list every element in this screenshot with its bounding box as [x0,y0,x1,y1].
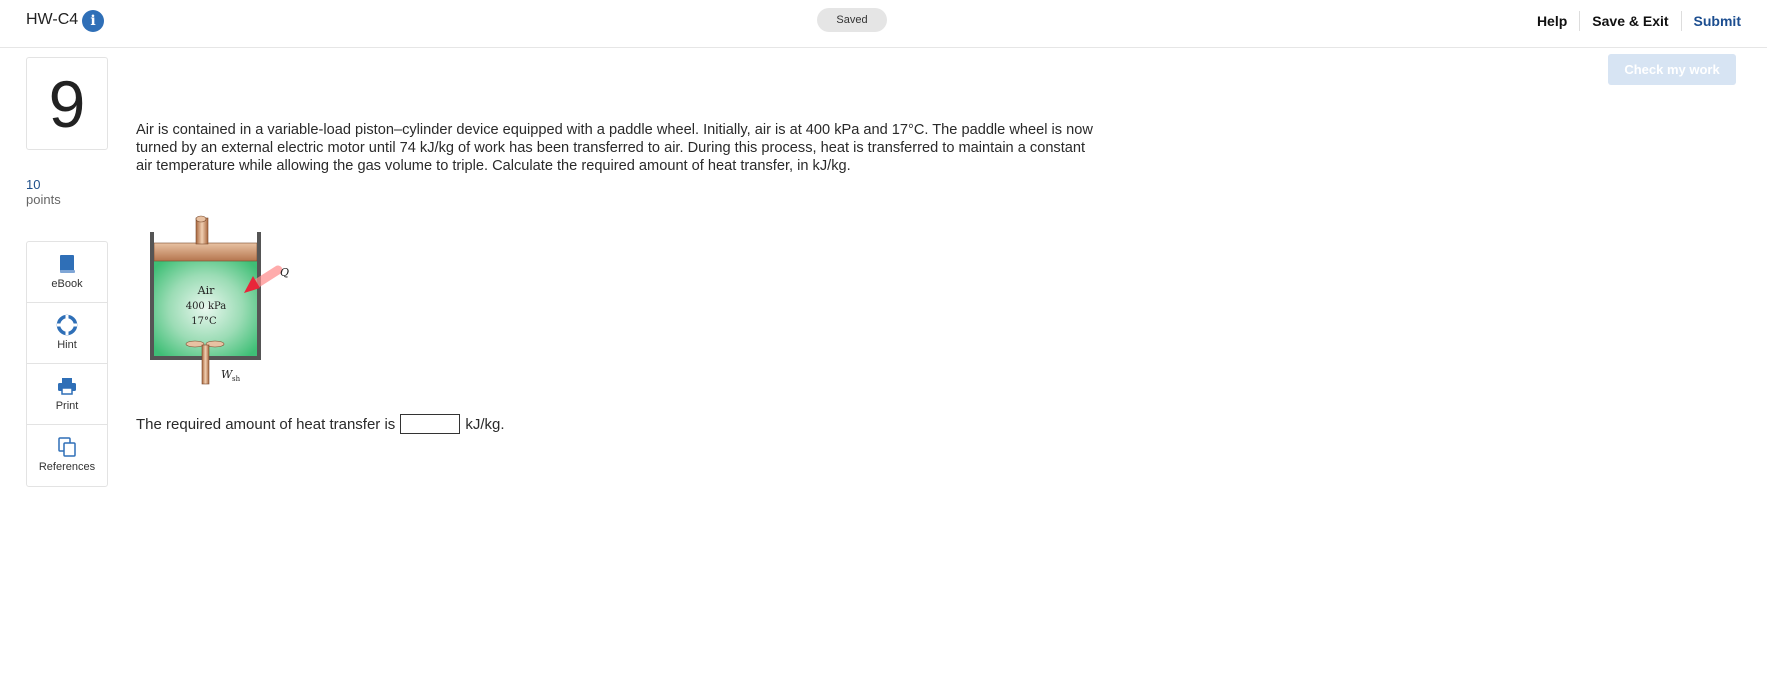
submit-button[interactable]: Submit [1682,12,1753,30]
temperature-label: 17°C [191,316,217,327]
tools-panel: eBook Hint Print References [26,241,108,487]
question-number: 9 [26,57,108,150]
work-subscript: sh [232,375,241,383]
check-my-work-button[interactable]: Check my work [1608,54,1736,85]
paddle-shaft [201,344,210,385]
info-icon[interactable]: i [82,10,104,32]
lifebuoy-icon [56,314,78,336]
header-actions: Help Save & Exit Submit [1525,11,1753,31]
save-exit-button[interactable]: Save & Exit [1580,12,1680,30]
question-text: Air is contained in a variable-load pist… [136,122,1093,174]
pressure-label: 400 kPa [186,301,227,312]
saved-status-badge: Saved [817,8,887,32]
points-block: 10 points [26,177,61,207]
cylinder-wall-right [257,232,261,360]
tool-hint[interactable]: Hint [27,303,107,364]
tool-label: eBook [51,278,83,290]
printer-icon [58,378,76,395]
heat-label: Q [280,266,289,279]
tool-label: References [38,461,96,473]
tool-print[interactable]: Print [27,364,107,425]
paddle-blade [185,340,205,348]
help-button[interactable]: Help [1525,12,1579,30]
tool-ebook[interactable]: eBook [27,242,107,303]
book-icon [60,255,75,273]
piston [153,242,258,262]
tool-label: Print [55,400,79,412]
tool-label: Hint [57,339,77,351]
piston-cylinder-figure: Air 400 kPa 17°C Q W sh [150,215,289,385]
cylinder-wall-left [150,232,154,360]
top-bar: HW-C4 i Saved Help Save & Exit Submit [0,0,1767,48]
points-value: 10 [26,177,41,192]
points-label: points [26,192,61,207]
answer-line: The required amount of heat transfer is … [136,414,505,434]
assignment-title: HW-C4 [26,11,79,28]
answer-units: kJ/kg. [465,415,505,433]
tool-references[interactable]: References [27,425,107,486]
copy-documents-icon [58,437,76,457]
answer-prefix: The required amount of heat transfer is [136,415,396,433]
answer-input[interactable] [400,414,461,434]
gas-label: Air [197,284,215,297]
